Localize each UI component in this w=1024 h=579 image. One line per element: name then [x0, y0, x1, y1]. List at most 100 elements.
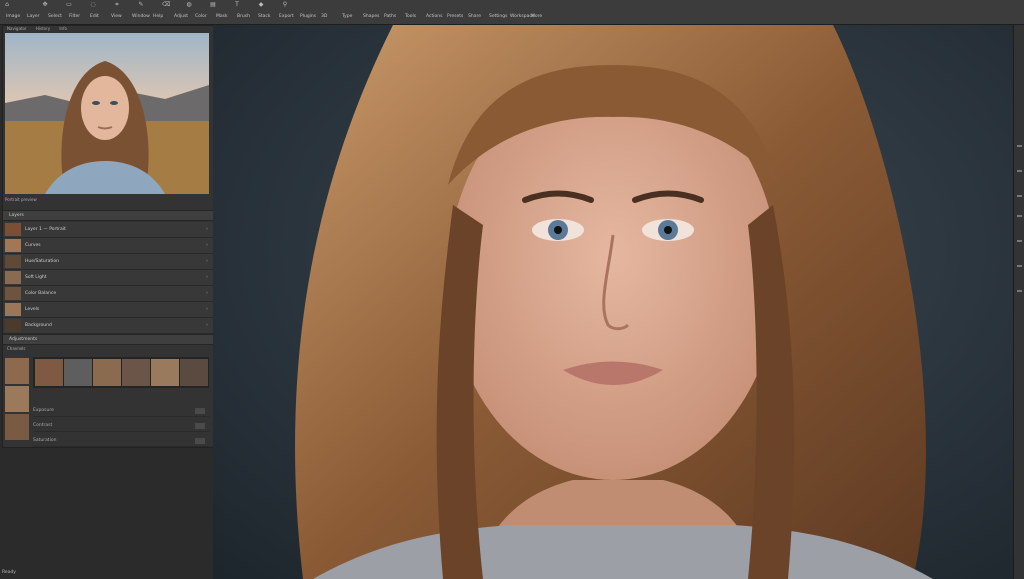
layer-row[interactable]: Hue/Saturation ›	[3, 254, 213, 270]
strip-thumbnail[interactable]	[180, 359, 208, 386]
layer-thumbnail	[5, 239, 21, 252]
menu-item[interactable]: Stack	[258, 13, 270, 21]
menu-item[interactable]: Help	[153, 13, 163, 21]
tab-history[interactable]: History	[36, 26, 50, 31]
panel-tabs: Navigator History Info	[3, 26, 213, 32]
strip-thumbnail[interactable]	[64, 359, 92, 386]
status-text: Ready	[2, 570, 16, 575]
strip-thumbnail[interactable]	[151, 359, 179, 386]
menu-item[interactable]: Layer	[27, 13, 40, 21]
lasso-icon[interactable]: ◌	[90, 2, 96, 8]
preview-image	[5, 33, 209, 194]
move-icon[interactable]: ✥	[42, 2, 48, 8]
scroll-marker	[1017, 215, 1022, 217]
menu-item[interactable]: Tools	[405, 13, 416, 21]
menu-item[interactable]: Filter	[69, 13, 80, 21]
layer-row[interactable]: Levels ›	[3, 302, 213, 318]
layer-label: Levels	[25, 307, 40, 312]
strip-thumbnail[interactable]	[93, 359, 121, 386]
menu-item[interactable]: Color	[195, 13, 207, 21]
gradient-icon[interactable]: ▤	[210, 2, 216, 8]
chevron-right-icon[interactable]: ›	[206, 318, 208, 333]
menu-item[interactable]: Settings	[489, 13, 507, 21]
chevron-right-icon[interactable]: ›	[206, 302, 208, 317]
property-row-contrast[interactable]: Contrast	[33, 421, 209, 432]
text-icon[interactable]: T	[234, 2, 240, 8]
adjustments-header: Adjustments	[3, 334, 219, 345]
menu-item[interactable]: Presets	[447, 13, 463, 21]
layer-thumbnail	[5, 319, 21, 332]
chevron-right-icon[interactable]: ›	[206, 286, 208, 301]
shape-icon[interactable]: ◆	[258, 2, 264, 8]
eraser-icon[interactable]: ⌫	[162, 2, 170, 8]
menu-item[interactable]: Shapes	[363, 13, 379, 21]
layer-row[interactable]: Background ›	[3, 318, 213, 334]
top-toolbar: ⌂ ✥ ▭ ◌ ⌗ ✎ ⌫ ◍ ▤ T ◆ ⚲ Image Layer Select Filter Edit V…	[0, 0, 1024, 25]
menu-item[interactable]: Actions	[426, 13, 442, 21]
layer-label: Soft Light	[25, 275, 47, 280]
menu-item[interactable]: Mask	[216, 13, 228, 21]
tab-info[interactable]: Info	[59, 26, 67, 31]
toolbar-icons: ⌂ ✥ ▭ ◌ ⌗ ✎ ⌫ ◍ ▤ T ◆ ⚲	[0, 2, 1024, 11]
preview-caption: Portrait preview	[5, 197, 37, 202]
layer-row[interactable]: Layer 1 — Portrait ›	[3, 222, 213, 238]
menu-item[interactable]: Paths	[384, 13, 396, 21]
layer-label: Hue/Saturation	[25, 259, 59, 264]
zoom-icon[interactable]: ⚲	[282, 2, 288, 8]
property-value[interactable]	[195, 438, 205, 444]
property-label: Saturation	[33, 438, 57, 443]
side-thumb-3[interactable]	[5, 414, 29, 440]
strip-thumbnail[interactable]	[35, 359, 63, 386]
menu-item[interactable]: Image	[6, 13, 20, 21]
side-thumb-2[interactable]	[5, 386, 29, 412]
thumbnail-strip	[33, 357, 209, 388]
menu-item[interactable]: Select	[48, 13, 62, 21]
menu-item[interactable]: Type	[342, 13, 352, 21]
menu-item[interactable]: 3D	[321, 13, 327, 21]
side-thumb-1[interactable]	[5, 358, 29, 384]
tab-navigator[interactable]: Navigator	[7, 26, 27, 31]
layer-label: Background	[25, 323, 52, 328]
stamp-icon[interactable]: ◍	[186, 2, 192, 8]
crop-icon[interactable]: ⌗	[114, 2, 120, 8]
right-scrollbar[interactable]	[1013, 25, 1024, 579]
layer-thumbnail	[5, 223, 21, 236]
select-icon[interactable]: ▭	[66, 2, 72, 8]
layer-row[interactable]: Curves ›	[3, 238, 213, 254]
menu-item[interactable]: Window	[132, 13, 150, 21]
home-icon[interactable]: ⌂	[4, 2, 10, 8]
scroll-marker	[1017, 170, 1022, 172]
layers-header: Layers	[3, 210, 219, 221]
layer-thumbnail	[5, 255, 21, 268]
property-label: Contrast	[33, 423, 53, 428]
menu-item[interactable]: Edit	[90, 13, 99, 21]
chevron-right-icon[interactable]: ›	[206, 238, 208, 253]
strip-thumbnail[interactable]	[122, 359, 150, 386]
property-row-saturation[interactable]: Saturation	[33, 436, 209, 447]
layer-thumbnail	[5, 271, 21, 284]
chevron-right-icon[interactable]: ›	[206, 222, 208, 237]
brush-icon[interactable]: ✎	[138, 2, 144, 8]
navigator-preview[interactable]	[5, 33, 209, 194]
chevron-right-icon[interactable]: ›	[206, 254, 208, 269]
menu-item[interactable]: Adjust	[174, 13, 188, 21]
layer-label: Color Balance	[25, 291, 57, 296]
scroll-marker	[1017, 265, 1022, 267]
layer-row[interactable]: Color Balance ›	[3, 286, 213, 302]
menu-item[interactable]: View	[111, 13, 122, 21]
property-value[interactable]	[195, 408, 205, 414]
menu-item[interactable]: More	[531, 13, 542, 21]
layer-label: Layer 1 — Portrait	[25, 227, 66, 232]
menu-item[interactable]: Share	[468, 13, 481, 21]
layer-row[interactable]: Soft Light ›	[3, 270, 213, 286]
menu-item[interactable]: Brush	[237, 13, 250, 21]
main-canvas[interactable]	[213, 25, 1013, 579]
chevron-right-icon[interactable]: ›	[206, 270, 208, 285]
scroll-marker	[1017, 240, 1022, 242]
property-value[interactable]	[195, 423, 205, 429]
scroll-marker	[1017, 145, 1022, 147]
scroll-marker	[1017, 290, 1022, 292]
property-row-exposure[interactable]: Exposure	[33, 406, 209, 417]
menu-item[interactable]: Export	[279, 13, 294, 21]
menu-item[interactable]: Plugins	[300, 13, 316, 21]
